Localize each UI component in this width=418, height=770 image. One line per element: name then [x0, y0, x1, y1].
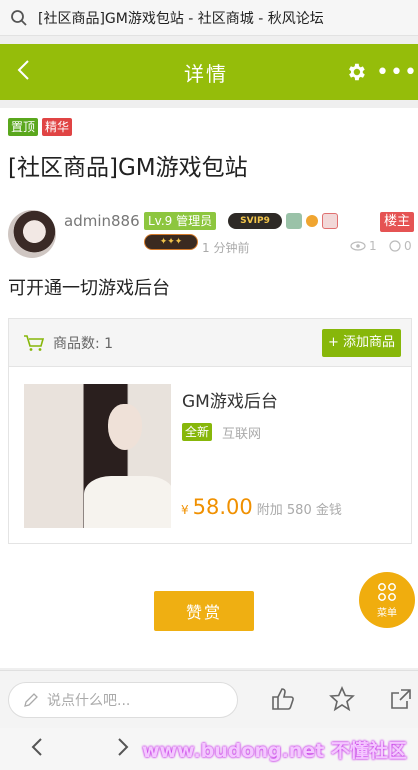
- medal-icon: [286, 213, 302, 229]
- menu-label: 菜单: [377, 607, 397, 619]
- chevron-left-icon[interactable]: [0, 44, 46, 100]
- browser-top-bar: [社区商品]GM游戏包站 - 社区商城 - 秋风论坛: [0, 0, 418, 36]
- post-body: 可开通一切游戏后台: [8, 278, 170, 299]
- currency-symbol: ¥: [181, 503, 189, 517]
- browser-nav-bar: www.budong.net 不懂社区: [0, 728, 418, 770]
- eye-icon: [350, 241, 366, 251]
- share-icon[interactable]: [388, 686, 414, 716]
- grid-menu-icon: [378, 582, 396, 601]
- post-time: 1 分钟前: [202, 241, 250, 255]
- nav-back-icon[interactable]: [22, 735, 52, 763]
- pencil-icon: [24, 693, 38, 707]
- watermark: www.budong.net 不懂社区: [142, 740, 407, 762]
- comment-input[interactable]: 说点什么吧...: [8, 682, 238, 718]
- add-product-button[interactable]: + 添加商品: [321, 329, 401, 357]
- cart-icon: [24, 334, 45, 351]
- product-name[interactable]: GM游戏后台: [182, 387, 278, 412]
- avatar[interactable]: [8, 210, 56, 258]
- product-price: 58.00: [192, 495, 253, 519]
- menu-button[interactable]: 菜单: [359, 572, 415, 628]
- thumbs-up-icon[interactable]: [270, 686, 296, 716]
- level-badge: Lv.9 管理员: [144, 212, 217, 230]
- comment-icon: [389, 240, 401, 252]
- condition-badge: 全新: [182, 423, 213, 441]
- thread-card: 置顶 精华 [社区商品]GM游戏包站 admin886 Lv.9 管理员 SVI…: [0, 108, 418, 668]
- medal-row: SVIP9: [228, 213, 338, 229]
- gear-icon[interactable]: [336, 61, 376, 83]
- browser-page-title[interactable]: [社区商品]GM游戏包站 - 社区商城 - 秋风论坛: [38, 8, 324, 28]
- product-box: 商品数: 1 + 添加商品 GM游戏后台 全新 互联网 ¥ 58.00 附加 5…: [8, 318, 412, 544]
- vip-medal-icon: ✦✦✦: [144, 234, 198, 250]
- star-icon[interactable]: [329, 686, 355, 716]
- header-title: 详情: [184, 61, 228, 86]
- product-image[interactable]: [24, 384, 171, 528]
- price-line: ¥ 58.00 附加 580 金钱: [181, 495, 342, 519]
- app-header: 详情 •••: [0, 44, 418, 100]
- search-icon[interactable]: [0, 9, 38, 27]
- more-dots-icon[interactable]: •••: [376, 60, 418, 85]
- svip-medal-icon: SVIP9: [228, 213, 282, 229]
- op-floor-badge: 楼主: [379, 212, 414, 232]
- product-count: 商品数: 1: [53, 335, 114, 352]
- price-extra: 附加 580 金钱: [256, 503, 342, 518]
- product-source: 互联网: [222, 427, 262, 442]
- bottom-action-bar: 说点什么吧...: [0, 670, 418, 728]
- thread-tags: 置顶 精华: [8, 118, 73, 136]
- svip-medal-label: SVIP9: [240, 216, 270, 226]
- medal-icon: [306, 215, 318, 227]
- author-name[interactable]: admin886: [64, 212, 140, 230]
- medal-icon: [322, 213, 338, 229]
- thread-title: [社区商品]GM游戏包站: [8, 155, 248, 181]
- reply-count: 0: [389, 239, 412, 253]
- nav-forward-icon[interactable]: [108, 735, 138, 763]
- view-count: 1: [350, 239, 377, 253]
- product-box-header: 商品数: 1 + 添加商品: [9, 319, 411, 367]
- comment-placeholder: 说点什么吧...: [47, 693, 131, 709]
- reward-button[interactable]: 赞赏: [154, 591, 254, 631]
- tag-pinned[interactable]: 置顶: [8, 118, 39, 136]
- tag-featured[interactable]: 精华: [42, 118, 73, 136]
